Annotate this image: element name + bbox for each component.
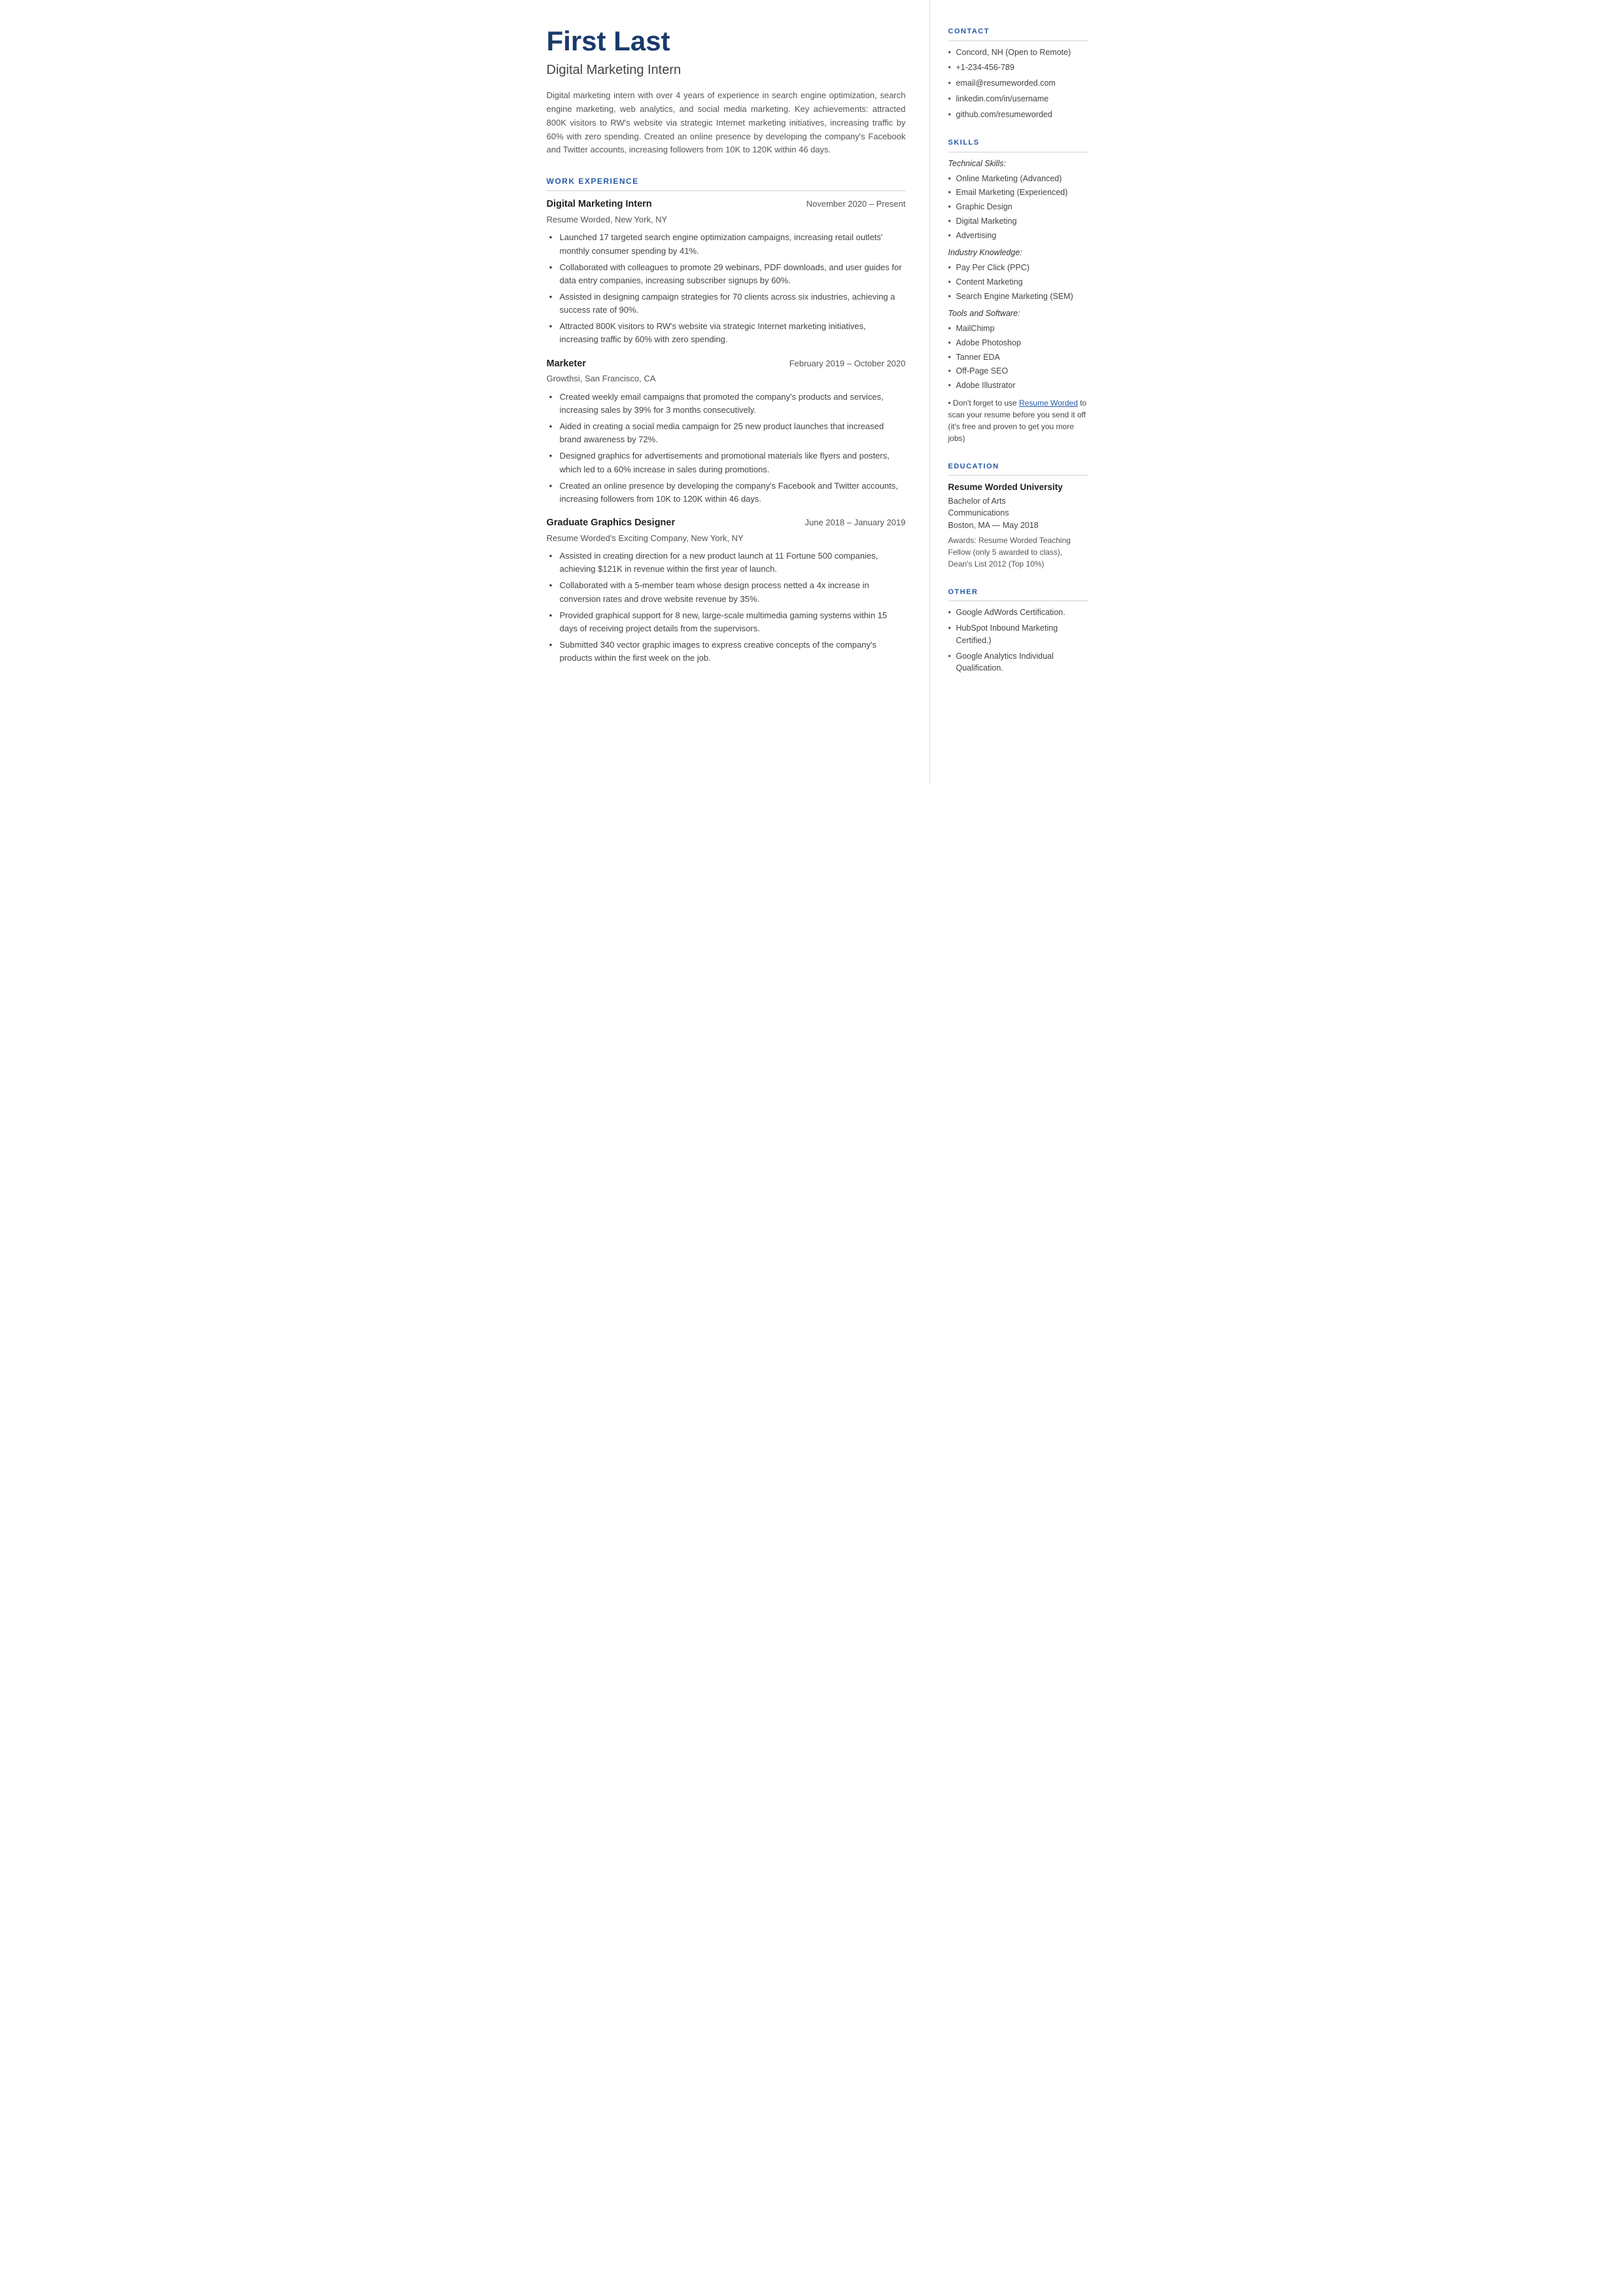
other-list: Google AdWords Certification. HubSpot In… [948, 606, 1088, 674]
skill-12: Off-Page SEO [948, 365, 1088, 377]
edu-location-date: Boston, MA — May 2018 [948, 519, 1088, 532]
skill-2: Email Marketing (Experienced) [948, 186, 1088, 199]
candidate-summary: Digital marketing intern with over 4 yea… [547, 89, 906, 157]
skill-9: MailChimp [948, 323, 1088, 335]
other-item-3: Google Analytics Individual Qualificatio… [948, 650, 1088, 675]
education-title: EDUCATION [948, 461, 1088, 476]
job-3-company: Resume Worded's Exciting Company, New Yo… [547, 532, 906, 545]
job-3: Graduate Graphics Designer June 2018 – J… [547, 516, 906, 665]
job-2: Marketer February 2019 – October 2020 Gr… [547, 357, 906, 506]
job-3-dates: June 2018 – January 2019 [805, 516, 906, 529]
job-2-company: Growthsi, San Francisco, CA [547, 372, 906, 385]
job-2-bullets: Created weekly email campaigns that prom… [547, 391, 906, 506]
job-3-bullet-4: Submitted 340 vector graphic images to e… [547, 639, 906, 665]
skills-cat-3: Tools and Software: [948, 307, 1088, 320]
promo-link[interactable]: Resume Worded [1019, 398, 1078, 408]
skills-section: SKILLS Technical Skills: Online Marketin… [948, 137, 1088, 444]
job-1-header: Digital Marketing Intern November 2020 –… [547, 198, 906, 212]
skills-list-technical: Online Marketing (Advanced) Email Market… [948, 173, 1088, 242]
contact-section: CONTACT Concord, NH (Open to Remote) +1-… [948, 26, 1088, 120]
skills-list-industry: Pay Per Click (PPC) Content Marketing Se… [948, 262, 1088, 302]
job-2-title: Marketer [547, 357, 586, 372]
edu-school: Resume Worded University [948, 481, 1088, 494]
promo-text: • Don't forget to use Resume Worded to s… [948, 397, 1088, 444]
job-2-bullet-2: Aided in creating a social media campaig… [547, 420, 906, 446]
skill-3: Graphic Design [948, 201, 1088, 213]
skill-6: Pay Per Click (PPC) [948, 262, 1088, 274]
job-2-header: Marketer February 2019 – October 2020 [547, 357, 906, 372]
job-1-company: Resume Worded, New York, NY [547, 213, 906, 226]
job-1: Digital Marketing Intern November 2020 –… [547, 198, 906, 346]
job-2-bullet-1: Created weekly email campaigns that prom… [547, 391, 906, 417]
right-column: CONTACT Concord, NH (Open to Remote) +1-… [930, 0, 1107, 785]
job-3-title: Graduate Graphics Designer [547, 516, 676, 531]
edu-field: Communications [948, 507, 1088, 519]
job-3-bullet-2: Collaborated with a 5-member team whose … [547, 579, 906, 605]
job-3-bullet-3: Provided graphical support for 8 new, la… [547, 609, 906, 635]
edu-degree: Bachelor of Arts [948, 495, 1088, 508]
job-3-bullet-1: Assisted in creating direction for a new… [547, 550, 906, 576]
work-experience-title: WORK EXPERIENCE [547, 175, 906, 191]
contact-list: Concord, NH (Open to Remote) +1-234-456-… [948, 46, 1088, 121]
skills-list-tools: MailChimp Adobe Photoshop Tanner EDA Off… [948, 323, 1088, 392]
education-section: EDUCATION Resume Worded University Bache… [948, 461, 1088, 570]
job-1-bullets: Launched 17 targeted search engine optim… [547, 231, 906, 346]
job-1-bullet-3: Assisted in designing campaign strategie… [547, 290, 906, 317]
contact-email: email@resumeworded.com [948, 77, 1088, 90]
skills-cat-2: Industry Knowledge: [948, 247, 1088, 259]
contact-title: CONTACT [948, 26, 1088, 41]
contact-github: github.com/resumeworded [948, 109, 1088, 121]
candidate-name: First Last [547, 26, 906, 56]
work-experience-section: WORK EXPERIENCE Digital Marketing Intern… [547, 175, 906, 665]
skills-title: SKILLS [948, 137, 1088, 152]
job-3-bullets: Assisted in creating direction for a new… [547, 550, 906, 665]
contact-location: Concord, NH (Open to Remote) [948, 46, 1088, 59]
other-item-2: HubSpot Inbound Marketing Certified.) [948, 622, 1088, 647]
other-title: OTHER [948, 587, 1088, 602]
contact-linkedin: linkedin.com/in/username [948, 93, 1088, 105]
job-1-title: Digital Marketing Intern [547, 198, 652, 212]
skill-8: Search Engine Marketing (SEM) [948, 290, 1088, 303]
skill-13: Adobe Illustrator [948, 379, 1088, 392]
contact-phone: +1-234-456-789 [948, 61, 1088, 74]
job-1-bullet-2: Collaborated with colleagues to promote … [547, 261, 906, 287]
job-2-bullet-3: Designed graphics for advertisements and… [547, 449, 906, 476]
skill-11: Tanner EDA [948, 351, 1088, 364]
left-column: First Last Digital Marketing Intern Digi… [518, 0, 930, 785]
job-3-header: Graduate Graphics Designer June 2018 – J… [547, 516, 906, 531]
skill-7: Content Marketing [948, 276, 1088, 289]
skill-4: Digital Marketing [948, 215, 1088, 228]
skill-1: Online Marketing (Advanced) [948, 173, 1088, 185]
candidate-title: Digital Marketing Intern [547, 60, 906, 80]
other-section: OTHER Google AdWords Certification. HubS… [948, 587, 1088, 674]
edu-awards: Awards: Resume Worded Teaching Fellow (o… [948, 534, 1088, 570]
skill-5: Advertising [948, 230, 1088, 242]
job-2-bullet-4: Created an online presence by developing… [547, 480, 906, 506]
job-1-bullet-4: Attracted 800K visitors to RW's website … [547, 320, 906, 346]
job-1-bullet-1: Launched 17 targeted search engine optim… [547, 231, 906, 257]
skills-cat-1: Technical Skills: [948, 158, 1088, 170]
job-1-dates: November 2020 – Present [806, 198, 906, 211]
job-2-dates: February 2019 – October 2020 [789, 357, 906, 370]
skill-10: Adobe Photoshop [948, 337, 1088, 349]
header-section: First Last Digital Marketing Intern Digi… [547, 26, 906, 157]
other-item-1: Google AdWords Certification. [948, 606, 1088, 619]
resume-page: First Last Digital Marketing Intern Digi… [518, 0, 1107, 785]
